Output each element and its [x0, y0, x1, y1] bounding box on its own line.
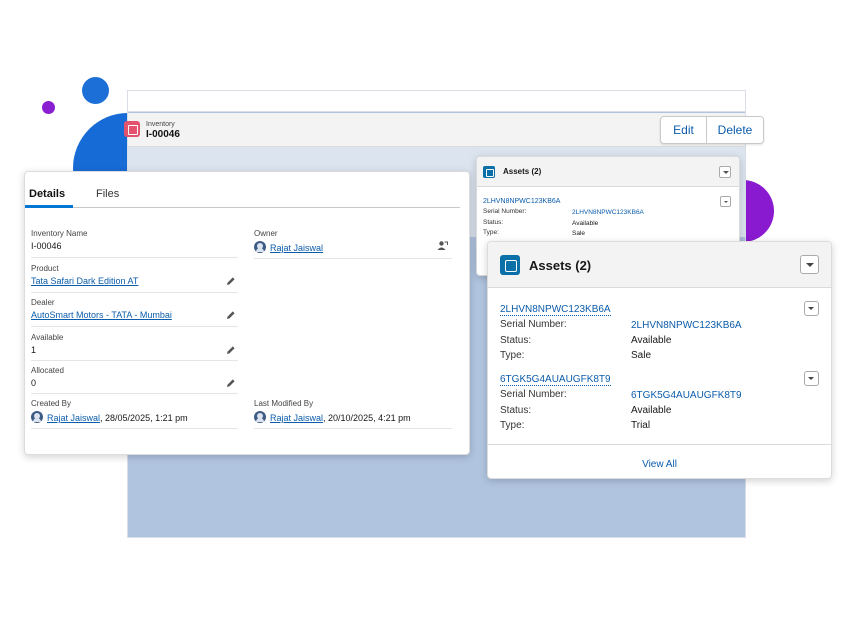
active-tab-indicator: [25, 205, 73, 208]
field-label: Available: [31, 333, 64, 342]
field-label: Dealer: [31, 298, 55, 307]
pencil-icon[interactable]: [226, 310, 236, 320]
last-modified-user-link[interactable]: Rajat Jaiswal: [270, 413, 323, 423]
type-label: Type:: [500, 420, 525, 431]
field-inventory-name: Inventory Name I-00046: [31, 229, 238, 258]
created-date: , 28/05/2025, 1:21 pm: [100, 413, 188, 423]
field-label: Allocated: [31, 366, 64, 375]
user-avatar-icon: [254, 411, 266, 423]
inventory-icon: [124, 121, 140, 137]
status-label: Status:: [500, 335, 532, 346]
details-card: Details Files Inventory Name I-00046 Pro…: [24, 171, 470, 455]
field-label: Owner: [254, 229, 278, 238]
object-label: Inventory: [146, 121, 175, 128]
user-avatar-icon: [254, 241, 266, 253]
assets-card-large: Assets (2) 2LHVN8NPWC123KB6A Serial Numb…: [487, 241, 832, 479]
last-modified-date: , 20/10/2025, 4:21 pm: [323, 413, 411, 423]
user-avatar-icon: [31, 411, 43, 423]
card-footer: View All: [488, 444, 831, 480]
asset-icon: [483, 166, 495, 178]
status-value: Available: [631, 335, 672, 346]
field-dealer: Dealer AutoSmart Motors - TATA - Mumbai: [31, 298, 238, 327]
created-by-user-link[interactable]: Rajat Jaiswal: [47, 413, 100, 423]
serial-value[interactable]: 2LHVN8NPWC123KB6A: [572, 209, 644, 216]
record-actions: Edit Delete: [660, 116, 764, 144]
tab-details[interactable]: Details: [29, 188, 65, 200]
asset-link[interactable]: 2LHVN8NPWC123KB6A: [483, 198, 560, 205]
record-header: Inventory I-00046: [124, 113, 745, 147]
dealer-link[interactable]: AutoSmart Motors - TATA - Mumbai: [31, 310, 172, 320]
type-value: Trial: [631, 420, 651, 431]
view-all-link[interactable]: View All: [488, 459, 831, 470]
field-value: I-00046: [31, 241, 62, 251]
field-value: 1: [31, 345, 37, 355]
field-allocated: Allocated 0: [31, 366, 238, 394]
product-link[interactable]: Tata Safari Dark Edition AT: [31, 276, 138, 286]
field-label: Product: [31, 264, 59, 273]
assets-card-header: Assets (2): [488, 242, 831, 288]
decorative-dot: [82, 77, 109, 104]
edit-button[interactable]: Edit: [661, 117, 706, 143]
last-modified-value: Rajat Jaiswal, 20/10/2025, 4:21 pm: [254, 411, 411, 423]
field-owner: Owner Rajat Jaiswal: [254, 229, 452, 259]
record-name: I-00046: [146, 129, 180, 140]
change-owner-icon[interactable]: [437, 240, 448, 251]
status-value: Available: [572, 220, 599, 227]
serial-label: Serial Number:: [500, 389, 567, 400]
tab-files[interactable]: Files: [96, 188, 119, 200]
asset-link[interactable]: 6TGK5G4AUAUGFK8T9: [500, 374, 611, 386]
field-value: 0: [31, 378, 37, 388]
asset-icon: [500, 255, 520, 275]
chevron-down-icon[interactable]: [720, 196, 731, 207]
type-label: Type:: [483, 229, 499, 236]
status-label: Status:: [483, 219, 504, 226]
status-value: Available: [631, 405, 672, 416]
assets-title: Assets (2): [529, 258, 592, 273]
serial-label: Serial Number:: [483, 208, 527, 215]
type-label: Type:: [500, 350, 525, 361]
chevron-down-icon[interactable]: [800, 255, 819, 274]
delete-button[interactable]: Delete: [706, 117, 763, 143]
type-value: Sale: [631, 350, 652, 361]
chevron-down-icon[interactable]: [804, 301, 819, 316]
type-value: Sale: [572, 230, 586, 237]
pencil-icon[interactable]: [226, 378, 236, 388]
tab-bar: Details Files: [25, 172, 469, 208]
serial-label: Serial Number:: [500, 319, 567, 330]
field-available: Available 1: [31, 333, 238, 361]
top-bar: [128, 91, 745, 112]
field-label: Last Modified By: [254, 399, 314, 408]
field-last-modified-by: Last Modified By Rajat Jaiswal, 20/10/20…: [254, 399, 452, 429]
tab-divider: [25, 207, 460, 208]
pencil-icon[interactable]: [226, 276, 236, 286]
assets-title: Assets (2): [503, 167, 542, 176]
field-label: Created By: [31, 399, 72, 408]
serial-value[interactable]: 2LHVN8NPWC123KB6A: [631, 320, 742, 331]
field-product: Product Tata Safari Dark Edition AT: [31, 264, 238, 293]
pencil-icon[interactable]: [226, 345, 236, 355]
serial-value[interactable]: 6TGK5G4AUAUGFK8T9: [631, 390, 742, 401]
asset-link[interactable]: 2LHVN8NPWC123KB6A: [500, 304, 611, 316]
owner-link[interactable]: Rajat Jaiswal: [270, 243, 323, 253]
created-by-value: Rajat Jaiswal, 28/05/2025, 1:21 pm: [31, 411, 188, 423]
field-created-by: Created By Rajat Jaiswal, 28/05/2025, 1:…: [31, 399, 238, 429]
status-label: Status:: [500, 405, 532, 416]
owner-value: Rajat Jaiswal: [254, 241, 323, 253]
assets-card-header: Assets (2): [477, 157, 739, 187]
field-label: Inventory Name: [31, 229, 88, 238]
decorative-dot: [42, 101, 55, 114]
chevron-down-icon[interactable]: [719, 166, 731, 178]
chevron-down-icon[interactable]: [804, 371, 819, 386]
